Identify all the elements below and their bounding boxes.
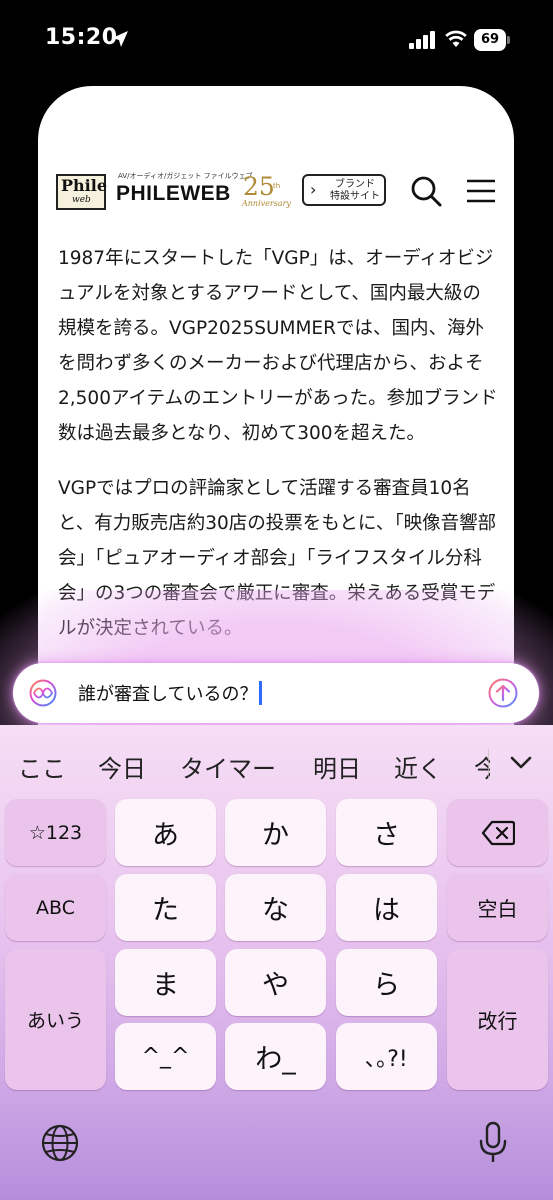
key-wa[interactable]: わ_ [225, 1023, 326, 1090]
brand-site-button[interactable]: › ブランド 特設サイト [302, 174, 386, 206]
assistant-input-value: 誰が審査しているの？ [78, 684, 258, 705]
brand-site-label: ブランド 特設サイト [326, 179, 384, 203]
suggestion-item[interactable]: タイマー [180, 749, 276, 784]
key-ka[interactable]: か [225, 799, 326, 866]
battery-level: 69 [474, 29, 506, 51]
key-ha[interactable]: は [336, 874, 437, 941]
text-cursor [259, 681, 262, 705]
chevron-right-icon: › [310, 180, 317, 199]
chevron-down-icon[interactable] [510, 755, 532, 771]
globe-icon[interactable] [40, 1123, 80, 1163]
send-arrow-icon[interactable] [488, 678, 518, 708]
delete-backspace-icon [481, 820, 515, 845]
key-punctuation[interactable]: ､｡?! [336, 1023, 437, 1090]
brand-site-label-line1: ブランド [335, 179, 375, 190]
key-na[interactable]: な [225, 874, 326, 941]
key-abc[interactable]: ABC [5, 874, 106, 941]
assistant-input-field[interactable]: 誰が審査しているの？ [13, 663, 539, 723]
article-paragraph: 1987年にスタートした「VGP」は、オーディオビジュアルを対象とするアワードと… [58, 248, 498, 444]
battery-indicator: 69 [474, 29, 510, 51]
key-enter[interactable]: 改行 [447, 949, 548, 1090]
key-emoticon[interactable]: ^_^ [115, 1023, 216, 1090]
microphone-icon[interactable] [478, 1121, 508, 1165]
key-space[interactable]: 空白 [447, 874, 548, 941]
assistant-input-text: 誰が審査しているの？ [78, 680, 262, 706]
japanese-keyboard: ここ 今日 タイマー 明日 近く 今 ☆123 あ か さ ABC た な は … [0, 725, 553, 1200]
suggestion-item[interactable]: ここ [18, 749, 66, 784]
key-kana-mode[interactable]: あいう [5, 949, 106, 1090]
key-numbers[interactable]: ☆123 [5, 799, 106, 866]
key-ra[interactable]: ら [336, 949, 437, 1016]
apple-intelligence-icon[interactable] [29, 679, 57, 707]
suggestion-item[interactable]: 明日 [313, 749, 361, 784]
hamburger-menu-icon[interactable] [466, 178, 496, 204]
key-ya[interactable]: や [225, 949, 326, 1016]
suggestion-bar: ここ 今日 タイマー 明日 近く 今 [0, 741, 553, 787]
cellular-signal-icon [409, 31, 435, 49]
site-tagline: AV/オーディオ/ガジェット ファイルウェブ [118, 172, 253, 180]
anniversary-suffix: th [273, 182, 281, 190]
battery-tip [507, 36, 510, 44]
wifi-icon [445, 30, 467, 47]
key-ta[interactable]: た [115, 874, 216, 941]
anniversary-text: Anniversary [242, 199, 291, 208]
brand-site-label-line2: 特設サイト [330, 191, 380, 202]
site-header: Phile web AV/オーディオ/ガジェット ファイルウェブ PHILEWE… [38, 86, 514, 226]
key-sa[interactable]: さ [336, 799, 437, 866]
suggestion-item[interactable]: 今日 [98, 749, 146, 784]
search-icon[interactable] [410, 175, 442, 207]
site-logo-name[interactable]: PHILEWEB [116, 182, 231, 206]
logo-web-text: web [72, 195, 91, 205]
status-time: 15:20 [45, 25, 118, 50]
key-a[interactable]: あ [115, 799, 216, 866]
status-bar: 15:20 69 [0, 0, 553, 84]
logo-phile-text: Phile [61, 176, 107, 195]
anniversary-number: 25 [243, 172, 275, 201]
suggestion-divider [488, 749, 489, 779]
key-ma[interactable]: ま [115, 949, 216, 1016]
suggestion-item[interactable]: 近く [394, 749, 442, 784]
phile-web-logo-mark[interactable]: Phile web [56, 174, 107, 210]
key-delete[interactable] [447, 799, 548, 866]
location-arrow-icon [112, 31, 128, 47]
